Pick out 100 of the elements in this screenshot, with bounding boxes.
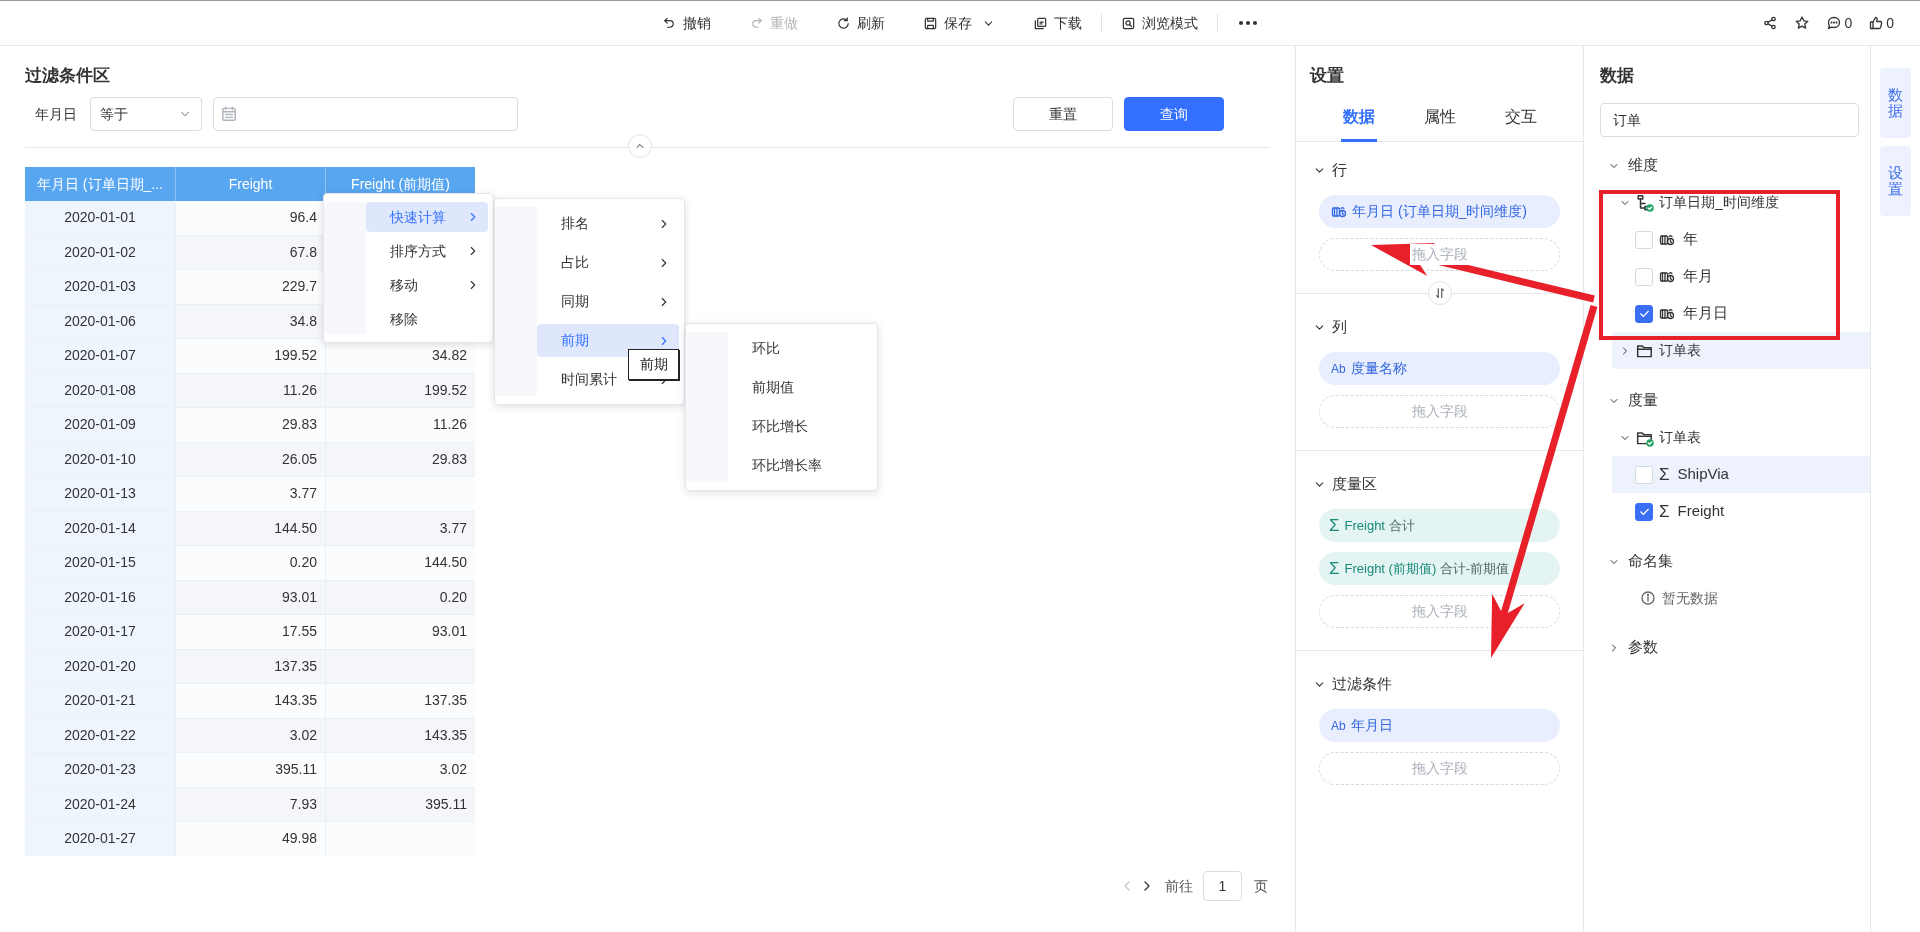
panel-title: 设置 — [1308, 65, 1345, 87]
operator-select[interactable]: 等于 — [90, 97, 202, 131]
field-chip[interactable]: Ab 年月日 — [1319, 709, 1560, 742]
share-icon — [1762, 15, 1779, 31]
swap-button[interactable] — [1428, 281, 1452, 305]
share-button[interactable] — [1762, 15, 1779, 31]
field-chip[interactable]: 年月日 (订单日期_时间维度) — [1319, 195, 1560, 228]
refresh-icon — [835, 15, 851, 31]
table-cell: 395.11 — [175, 753, 325, 787]
thumbs-up-button[interactable]: 0 — [1868, 12, 1894, 34]
tree-row[interactable]: 年 — [1612, 221, 1870, 258]
toolbar-button[interactable]: 下载 — [1032, 12, 1082, 34]
table-cell: 34.8 — [175, 304, 325, 338]
tree-group-label[interactable]: 度量 — [1628, 389, 1658, 412]
page-input[interactable]: 1 — [1203, 871, 1242, 901]
menu-item[interactable]: 环比增长率 — [728, 449, 872, 482]
menu-item[interactable]: 排名 — [537, 207, 679, 240]
table-cell: 67.8 — [175, 235, 325, 269]
section-title: 过滤条件 — [1332, 673, 1392, 694]
table-cell: 11.26 — [175, 373, 325, 407]
table-cell: 2020-01-08 — [25, 373, 175, 407]
save-icon — [922, 15, 938, 31]
table-cell: 2020-01-10 — [25, 442, 175, 476]
tree-group-label[interactable]: 参数 — [1628, 636, 1658, 659]
tree-group-label[interactable]: 命名集 — [1628, 550, 1673, 573]
table-cell: 395.11 — [325, 787, 475, 821]
date-field[interactable] — [213, 97, 518, 131]
tree-row[interactable]: 年月 — [1612, 258, 1870, 295]
tree-row[interactable]: Σ Freight — [1612, 493, 1870, 530]
table-cell: 137.35 — [175, 649, 325, 683]
table-cell: 17.55 — [175, 615, 325, 649]
table-cell: 7.93 — [175, 787, 325, 821]
sum-mark: Σ — [1659, 500, 1670, 523]
table-cell: 2020-01-14 — [25, 511, 175, 545]
column-header: Freight — [175, 167, 325, 201]
toolbar-button[interactable]: 刷新 — [835, 12, 885, 34]
undo-icon — [661, 15, 677, 31]
field-chip[interactable]: Σ Freight (前期值) 合计-前期值 — [1319, 552, 1560, 585]
menu-item[interactable]: 占比 — [537, 246, 679, 279]
filter-label: 年月日 — [35, 104, 78, 124]
table-cell: 2020-01-13 — [25, 477, 175, 511]
table-cell: 199.52 — [175, 339, 325, 373]
table-cell: 93.01 — [325, 615, 475, 649]
star-icon — [1794, 15, 1811, 31]
tree-row[interactable]: 订单表 — [1612, 332, 1870, 369]
settings-tab[interactable]: 交互 — [1502, 102, 1539, 142]
menu-item[interactable]: 同期 — [537, 285, 679, 318]
menu-item[interactable]: 移动 — [366, 270, 488, 300]
toolbar-button[interactable]: 撤销 — [661, 12, 711, 34]
table-cell: 199.52 — [325, 373, 475, 407]
table-cell: 2020-01-15 — [25, 546, 175, 580]
star-button[interactable] — [1794, 15, 1811, 31]
table-cell: 144.50 — [325, 546, 475, 580]
tree-row[interactable]: 年月日 — [1612, 295, 1870, 332]
table-cell: 11.26 — [325, 408, 475, 442]
toolbar-button[interactable]: 保存 — [922, 12, 995, 34]
search-field[interactable]: 订单 — [1600, 103, 1859, 137]
menu-item[interactable]: 快速计算 — [366, 202, 488, 232]
table-cell: 3.77 — [325, 511, 475, 545]
tree-row[interactable]: 订单日期_时间维度 — [1612, 184, 1870, 221]
checkbox[interactable] — [1635, 304, 1653, 323]
table-cell: 2020-01-22 — [25, 718, 175, 752]
panel-title: 数据 — [1599, 65, 1635, 87]
tooltip: 前期 — [628, 349, 679, 380]
empty-message: 暂无数据 — [1662, 588, 1718, 608]
settings-tab[interactable]: 数据 — [1340, 102, 1377, 142]
tree-group-label[interactable]: 维度 — [1628, 154, 1658, 177]
text-type-mark: Ab — [1331, 717, 1346, 735]
field-chip[interactable]: Σ Freight 合计 — [1319, 509, 1560, 542]
table-cell: 143.35 — [175, 684, 325, 718]
menu-item[interactable]: 环比增长 — [728, 410, 872, 443]
swap-icon — [1433, 286, 1447, 300]
settings-tab[interactable]: 属性 — [1421, 102, 1458, 142]
checkbox[interactable] — [1635, 502, 1653, 521]
menu-item[interactable]: 前期值 — [728, 371, 872, 404]
table-cell: 2020-01-16 — [25, 580, 175, 614]
table-cell: 93.01 — [175, 580, 325, 614]
table-cell: 2020-01-24 — [25, 787, 175, 821]
table-cell: 29.83 — [325, 442, 475, 476]
reset-button[interactable]: 重置 — [1013, 97, 1113, 131]
table-cell: 96.4 — [175, 201, 325, 235]
query-button[interactable]: 查询 — [1124, 97, 1224, 131]
toolbar-button[interactable]: 浏览模式 — [1120, 12, 1198, 34]
documents-icon — [1032, 15, 1048, 31]
menu-item[interactable]: 环比 — [728, 332, 872, 365]
field-chip[interactable]: Ab 度量名称 — [1319, 352, 1560, 385]
table-cell: 2020-01-07 — [25, 339, 175, 373]
table-cell: 2020-01-27 — [25, 822, 175, 856]
side-tab[interactable]: 设置 — [1880, 146, 1911, 216]
table-cell: 0.20 — [325, 580, 475, 614]
tree-row[interactable]: 订单表 — [1612, 419, 1870, 456]
tree-row[interactable]: Σ ShipVia — [1612, 456, 1870, 493]
menu-item[interactable]: 前期 — [537, 324, 679, 357]
table-cell: 2020-01-20 — [25, 649, 175, 683]
menu-item[interactable]: 排序方式 — [366, 236, 488, 266]
menu-item[interactable]: 移除 — [366, 304, 488, 334]
side-tab[interactable]: 数据 — [1880, 68, 1911, 138]
table-cell: 26.05 — [175, 442, 325, 476]
comment-button[interactable]: 0 — [1826, 12, 1853, 34]
hierarchy-check-icon — [1636, 193, 1654, 212]
